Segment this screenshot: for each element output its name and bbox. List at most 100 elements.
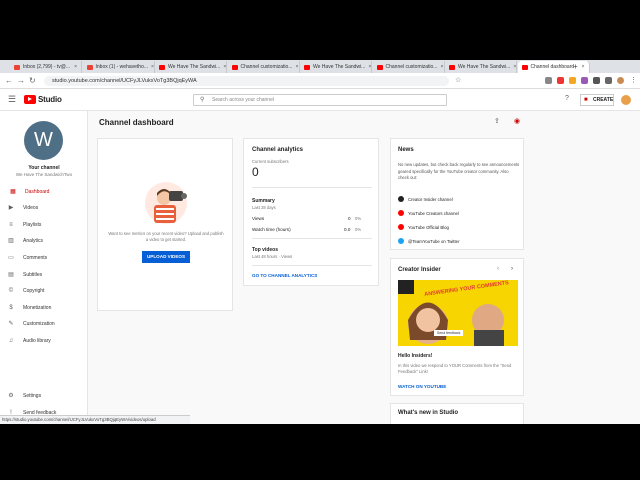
tab-close-icon[interactable]: ×	[223, 64, 226, 70]
summary-label: Summary	[252, 198, 275, 204]
analytics-title: Channel analytics	[252, 147, 304, 153]
sidebar-item-settings[interactable]: ⚙ Settings	[0, 389, 88, 402]
hamburger-menu-icon[interactable]: ☰	[8, 94, 16, 105]
back-icon[interactable]: ←	[5, 76, 13, 85]
tab-close-icon[interactable]: ×	[295, 64, 298, 70]
creator-insider-card: Creator Insider ‹ › ANSWERING YOUR COMME…	[390, 258, 524, 396]
sidebar-item-copyright[interactable]: © Copyright	[0, 285, 88, 298]
creator-illustration	[145, 182, 187, 224]
sidebar-item-subtitles[interactable]: ▤ Subtitles	[0, 268, 88, 281]
sidebar-item-dashboard[interactable]: ▦ Dashboard	[0, 185, 88, 198]
search-input[interactable]: ⚲ Search across your channel	[193, 94, 447, 106]
creator-insider-title: Creator Insider	[398, 267, 441, 273]
extension-icon[interactable]	[557, 77, 564, 84]
go-to-analytics-link[interactable]: GO TO CHANNEL ANALYTICS	[252, 273, 317, 278]
extension-icon[interactable]	[593, 77, 600, 84]
forward-icon[interactable]: →	[17, 76, 25, 85]
analytics-icon: ▥	[8, 238, 14, 245]
views-value: 0	[348, 216, 351, 221]
tab-close-icon[interactable]: ×	[151, 64, 153, 70]
divider	[252, 238, 372, 239]
news-card: News No new updates, but check back regu…	[390, 138, 524, 250]
tab-label: We Have The Sandwi...	[458, 64, 511, 70]
reload-icon[interactable]: ↻	[29, 76, 36, 85]
search-icon: ⚲	[200, 97, 205, 103]
tab-favicon-icon	[376, 64, 383, 70]
send-feedback-overlay: Send feedback	[434, 330, 464, 336]
upload-icon[interactable]: ⇪	[494, 117, 500, 125]
sidebar-item-videos[interactable]: ▶ Videos	[0, 202, 88, 215]
divider	[252, 187, 372, 188]
news-link[interactable]: YouTube Creators channel	[398, 210, 459, 216]
extension-icon[interactable]	[581, 77, 588, 84]
views-change: 0%	[355, 216, 362, 221]
tab-favicon-icon	[304, 64, 310, 70]
studio-wordmark: Studio	[38, 95, 62, 104]
browser-tab[interactable]: We Have The Sandwi... ×	[445, 61, 517, 73]
sidebar-item-label: Customization	[23, 321, 55, 328]
help-icon[interactable]: ?	[565, 95, 569, 102]
new-tab-icon[interactable]: +	[573, 62, 578, 71]
browser-tab[interactable]: We Have The Sandwi... ×	[155, 61, 227, 73]
status-bar-url: https://studio.youtube.com/channel/UCFyJ…	[0, 415, 190, 424]
search-placeholder: Search across your channel	[212, 97, 274, 103]
browser-tab[interactable]: We Have The Sandwi... ×	[300, 61, 372, 73]
news-link[interactable]: Creator Insider channel	[398, 196, 453, 202]
url-field[interactable]: studio.youtube.com/channel/UCFyJLVukxVoT…	[44, 76, 449, 86]
tab-close-icon[interactable]: ×	[582, 64, 585, 70]
sidebar-item-customization[interactable]: ✎ Customization	[0, 318, 88, 331]
upload-videos-button[interactable]: UPLOAD VIDEOS	[142, 251, 190, 263]
browser-tab[interactable]: Inbox (2,799) - tv@... ×	[10, 61, 82, 73]
sidebar-item-label: Subtitles	[23, 271, 43, 278]
channel-name: We Have The SandwichTwo	[15, 172, 73, 177]
channel-avatar[interactable]: W	[24, 121, 63, 160]
extension-icon[interactable]	[545, 77, 552, 84]
puzzle-icon[interactable]	[605, 77, 612, 84]
browser-tab[interactable]: Channel customizatio... ×	[228, 61, 300, 73]
chevron-right-icon[interactable]: ›	[511, 266, 513, 272]
sidebar-item-analytics[interactable]: ▥ Analytics	[0, 235, 88, 248]
youtube-studio-logo[interactable]: Studio	[24, 95, 62, 104]
whats-new-title: What's new in Studio	[398, 410, 459, 416]
browser-tab[interactable]: Channel dashboard ×	[517, 61, 590, 73]
sidebar-item-audio-library[interactable]: ♫ Audio library	[0, 334, 88, 347]
create-button[interactable]: ■ CREATE	[580, 94, 614, 106]
profile-avatar[interactable]	[617, 77, 624, 84]
news-link-icon	[398, 238, 404, 244]
sidebar-item-label: Analytics	[23, 238, 44, 245]
sidebar: W Your channel We Have The SandwichTwo ▦…	[0, 111, 88, 424]
video-description: In this video we respond to YOUR Comment…	[398, 363, 512, 374]
sidebar-item-label: Comments	[23, 254, 48, 261]
tab-favicon-icon	[449, 64, 455, 70]
tab-close-icon[interactable]: ×	[513, 64, 516, 70]
news-body: No new updates, but check back regularly…	[398, 162, 520, 180]
watch-time-value: 0.0	[344, 227, 351, 232]
go-live-icon[interactable]: ◉	[514, 117, 520, 125]
browser-tab[interactable]: Inbox (1) - wehavetho... ×	[83, 61, 155, 73]
summary-period: Last 28 days	[252, 205, 276, 210]
video-title[interactable]: Hello Insiders!	[398, 353, 432, 359]
views-label: Views	[252, 216, 265, 221]
comments-icon: ▭	[8, 254, 14, 261]
sidebar-item-playlists[interactable]: ≡ Playlists	[0, 218, 88, 231]
sidebar-item-comments[interactable]: ▭ Comments	[0, 251, 88, 264]
extension-icon[interactable]	[569, 77, 576, 84]
kebab-menu-icon[interactable]: ⋮	[630, 76, 637, 84]
tab-close-icon[interactable]: ×	[440, 64, 443, 70]
bookmark-star-icon[interactable]: ☆	[455, 76, 461, 84]
news-link[interactable]: @TeamYouTube on Twitter	[398, 238, 460, 244]
sidebar-item-monetization[interactable]: $ Monetization	[0, 301, 88, 314]
watch-on-youtube-link[interactable]: WATCH ON YOUTUBE	[398, 384, 446, 389]
channel-analytics-card: Channel analytics Current subscribers 0 …	[243, 138, 379, 286]
tab-close-icon[interactable]: ×	[368, 64, 371, 70]
news-link[interactable]: YouTube Official Blog	[398, 224, 449, 230]
browser-window: Inbox (2,799) - tv@... × Inbox (1) - wehav…	[0, 60, 640, 424]
video-camera-icon: ■	[584, 97, 588, 103]
gear-icon: ⚙	[8, 392, 14, 399]
customization-icon: ✎	[8, 321, 14, 328]
tab-close-icon[interactable]: ×	[74, 64, 77, 70]
chevron-left-icon[interactable]: ‹	[497, 266, 499, 272]
browser-tab[interactable]: Channel customizatio... ×	[373, 61, 445, 73]
account-avatar[interactable]	[621, 95, 631, 105]
video-thumbnail[interactable]: ANSWERING YOUR COMMENTS Send feedback	[398, 280, 518, 346]
